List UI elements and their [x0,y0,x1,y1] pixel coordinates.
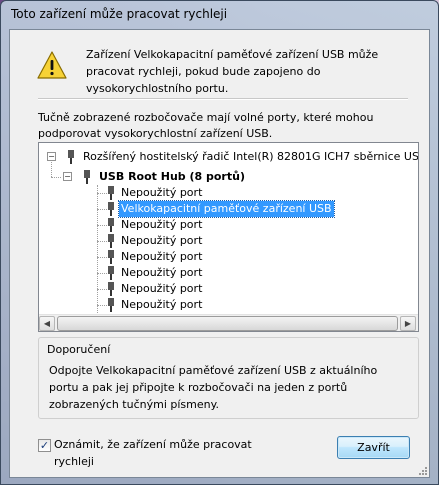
recommendation-group: Doporučení Odpojte Velkokapacitní paměťo… [38,337,419,419]
port-label: Nepoužitý port [121,218,203,231]
usb-port-icon [108,266,114,280]
usb-port-icon [108,218,114,232]
separator [38,98,408,100]
usb-tree-view[interactable]: − Rozšířený hostitelský řadič Intel(R) 8… [38,142,419,332]
usb-port-icon [108,298,114,312]
scroll-right-icon[interactable]: ▶ [400,316,416,331]
tree-line [97,225,107,226]
tree-line [97,305,107,306]
horizontal-scrollbar[interactable]: ◀ ▶ [39,314,418,331]
usb-port-icon [108,186,114,200]
port-label: Nepoužitý port [121,250,203,263]
usb-port-icon [108,202,114,216]
tree-line [97,273,107,274]
info-message: Tučně zobrazené rozbočovače mají volné p… [38,111,374,140]
port-label: Nepoužitý port [121,186,203,199]
collapse-icon[interactable]: − [47,152,56,161]
notify-label[interactable]: Oznámit, že zařízení může pracovat rychl… [54,436,254,470]
scroll-thumb[interactable] [57,316,398,331]
usb-port-icon [108,282,114,296]
tree-line [97,193,107,194]
usb-hub-icon [84,170,90,184]
collapse-icon[interactable]: − [63,172,72,181]
window-title: Toto zařízení může pracovat rychleji [11,7,228,21]
scroll-left-icon[interactable]: ◀ [39,316,55,331]
usb-port-icon [108,250,114,264]
port-label: Nepoužitý port [121,298,203,311]
usb-port-icon [108,234,114,248]
port-label: Velkokapacitní paměťové zařízení USB [118,200,335,218]
dialog-client: Zařízení Velkokapacitní paměťové zařízen… [9,29,430,478]
dialog-window: Toto zařízení může pracovat rychleji Zař… [0,0,439,485]
resize-grip-icon[interactable] [417,465,427,475]
recommendation-text: Odpojte Velkokapacitní paměťové zařízení… [49,364,378,411]
recommendation-title: Doporučení [45,343,113,356]
port-label: Nepoužitý port [121,234,203,247]
warning-icon [37,51,67,79]
tree-line [97,209,107,210]
tree-line [97,241,107,242]
warning-message: Zařízení Velkokapacitní paměťové zařízen… [86,48,379,95]
root-hub-label: USB Root Hub (8 portů) [99,170,245,183]
notify-checkbox[interactable]: ✓ [38,439,51,452]
tree-line [97,289,107,290]
tree-line [51,159,52,177]
port-label: Nepoužitý port [121,266,203,279]
tree-line [97,185,98,315]
close-button[interactable]: Zavřít [337,436,410,459]
usb-controller-icon [68,150,74,164]
port-label: Nepoužitý port [121,282,203,295]
tree-line [51,177,61,178]
title-bar[interactable]: Toto zařízení může pracovat rychleji [1,1,438,29]
controller-label: Rozšířený hostitelský řadič Intel(R) 828… [83,150,419,163]
tree-line [97,257,107,258]
